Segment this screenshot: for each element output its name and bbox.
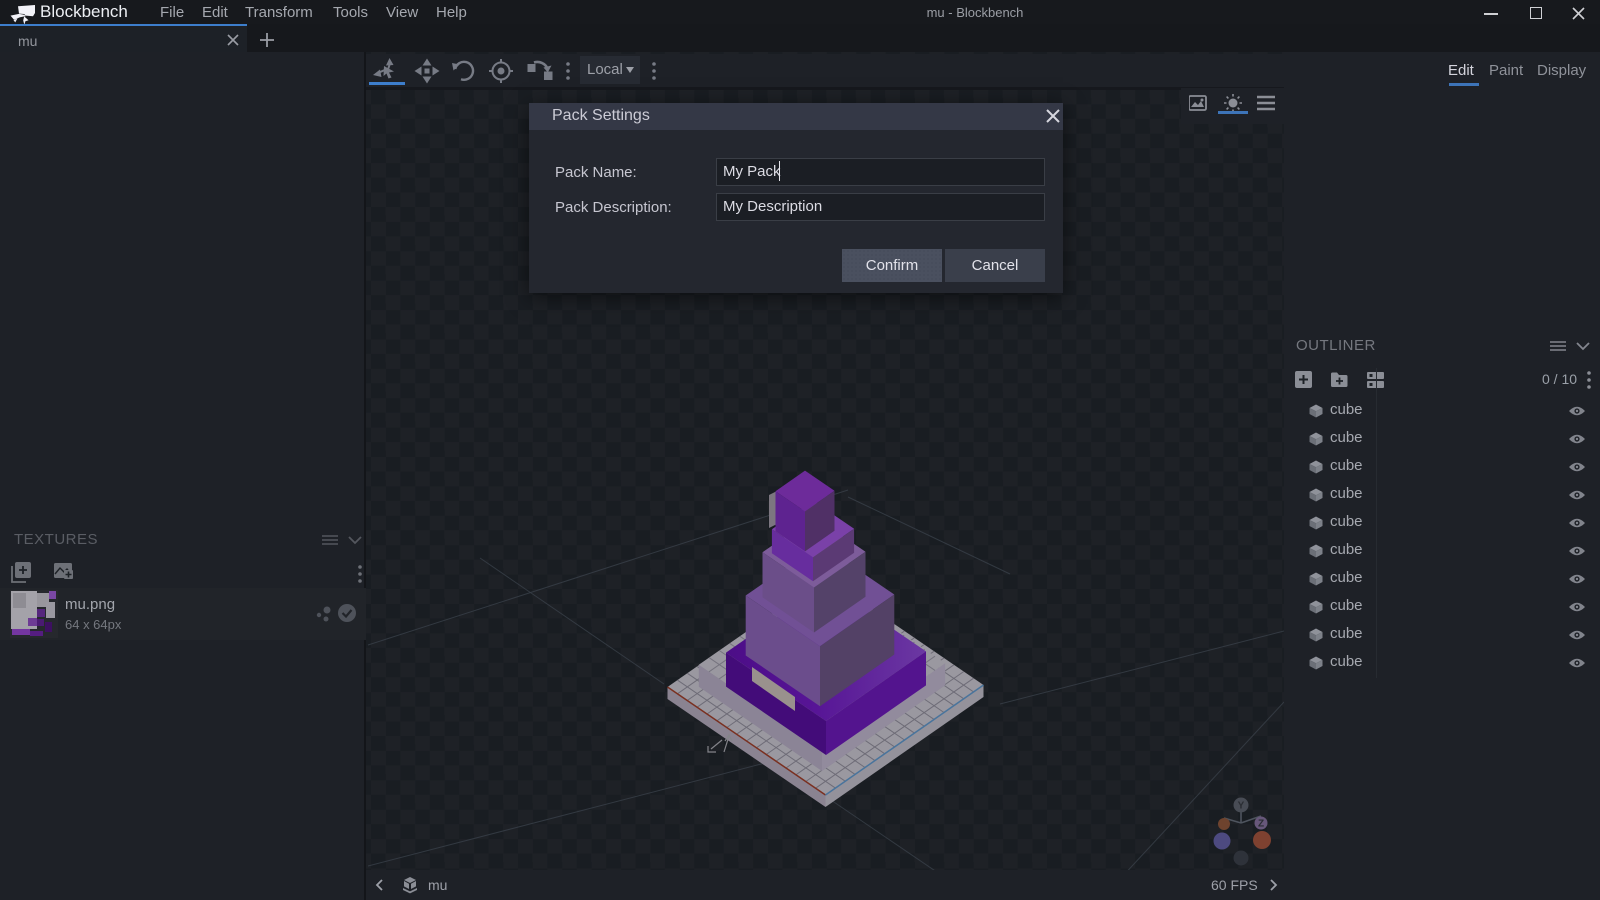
svg-text:Z: Z xyxy=(1258,819,1264,830)
svg-text:Y: Y xyxy=(1238,801,1245,812)
